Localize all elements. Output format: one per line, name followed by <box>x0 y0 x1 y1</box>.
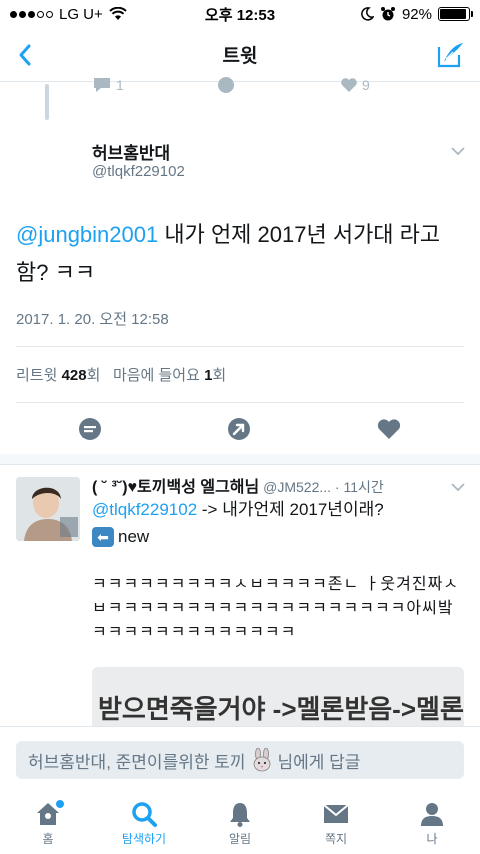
tab-label: 나 <box>426 832 438 846</box>
battery-percent: 92% <box>401 5 432 23</box>
reply-icon <box>94 78 110 92</box>
like-stat[interactable]: 마음에 들어요 1회 <box>113 367 226 384</box>
battery-fill <box>440 9 466 19</box>
avatar[interactable] <box>16 125 80 189</box>
tweet-text: @jungbin2001 내가 언제 2017년 서가대 라고함? ㅋㅋ <box>16 216 466 292</box>
tab-me[interactable]: 나 <box>392 800 472 847</box>
tweet-date: 2017. 1. 20. 오전 12:58 <box>16 311 169 328</box>
reply-header: ( ˘ ³˘)♥토끼백성 엘그해님 @JM522... · 11시간 <box>92 473 452 497</box>
battery-icon <box>438 7 473 21</box>
person-photo-icon <box>16 477 80 541</box>
tab-search[interactable]: 탐색하기 <box>104 800 184 847</box>
signal-icon <box>10 10 53 18</box>
reply-new-line: ⬅ new <box>92 527 149 547</box>
notification-dot <box>56 800 64 808</box>
section-separator <box>0 454 480 464</box>
prev-like-action[interactable]: 9 <box>340 74 370 96</box>
reply-bar: 허브홈반대, 준면이를위한 토끼 님에게 답글 <box>0 726 480 794</box>
reply-text: @tlqkf229102 -> 내가언제 2017년이래? <box>92 497 467 523</box>
divider <box>16 402 464 403</box>
author-name[interactable]: 허브홈반대 <box>92 139 170 164</box>
tab-home[interactable]: 홈 <box>8 800 88 847</box>
reply-text-body: -> 내가언제 2017년이래? <box>197 500 384 519</box>
mail-icon <box>323 804 349 823</box>
arrow-left-icon: ⬅ <box>92 527 114 547</box>
search-icon <box>132 802 157 827</box>
prev-like-count: 9 <box>362 77 370 93</box>
reply-body-text: ㅋㅋㅋㅋㅋㅋㅋㅋㅋㅅㅂㅋㅋㅋㅋ존ㄴ ㅏ웃겨진짜ㅅㅂㅋㅋㅋㅋㅋㅋㅋㅋㅋㅋㅋㅋㅋㅋㅋ… <box>92 576 460 641</box>
retweet-stat[interactable]: 리트윗 428회 <box>16 367 100 384</box>
back-button[interactable] <box>8 38 42 72</box>
reply-new-text: new <box>118 527 150 546</box>
tweet-actions <box>0 416 480 444</box>
reply-author-name[interactable]: ( ˘ ³˘)♥토끼백성 엘그해님 <box>92 479 259 496</box>
tweet-mention[interactable]: @jungbin2001 <box>16 222 158 247</box>
nav-bar: 트윗 <box>0 28 480 82</box>
chevron-left-icon <box>19 44 31 66</box>
reply-input[interactable]: 허브홈반대, 준면이를위한 토끼 님에게 답글 <box>16 741 464 779</box>
page-title: 트윗 <box>222 46 258 67</box>
reply-placeholder-suffix: 님에게 답글 <box>277 752 361 772</box>
chevron-down-icon[interactable] <box>450 143 466 159</box>
chevron-down-icon[interactable] <box>450 479 466 495</box>
share-icon <box>218 77 234 93</box>
bell-icon <box>230 803 250 827</box>
heart-icon <box>341 78 357 92</box>
reply-avatar[interactable] <box>16 477 80 541</box>
reply-handle-time: @JM522... · 11시간 <box>259 479 384 495</box>
compose-tweet-button[interactable] <box>434 38 468 72</box>
status-right: 92% <box>360 5 473 23</box>
tab-label: 탐색하기 <box>121 832 167 846</box>
reply-icon[interactable] <box>77 416 103 442</box>
alarm-icon <box>380 7 395 21</box>
tab-messages[interactable]: 쪽지 <box>296 800 376 847</box>
compose-icon <box>437 43 463 68</box>
carrier-label: LG U+ <box>59 5 103 23</box>
tab-notifications[interactable]: 알림 <box>200 800 280 847</box>
prev-reply-count: 1 <box>116 77 124 93</box>
tweet-stats: 리트윗 428회 마음에 들어요 1회 <box>16 364 226 385</box>
share-icon[interactable] <box>226 416 252 442</box>
prev-reply-action[interactable]: 1 <box>92 74 124 96</box>
author-row[interactable]: 허브홈반대 @tlqkf229102 <box>16 125 466 189</box>
moon-icon <box>361 7 374 21</box>
status-bar: LG U+ 오후 12:53 92% <box>0 0 480 28</box>
tab-label: 알림 <box>228 832 252 846</box>
wifi-icon <box>109 7 127 20</box>
divider <box>16 346 464 347</box>
tab-label: 홈 <box>42 832 54 846</box>
status-left: LG U+ <box>10 6 127 23</box>
person-icon <box>421 803 443 826</box>
reply-placeholder-prefix: 허브홈반대, 준면이를위한 토끼 <box>28 752 246 772</box>
tab-label: 쪽지 <box>324 832 348 846</box>
reply-image-text: 받으면죽을거야 ->멜론받음->멜론 <box>98 694 464 724</box>
heart-icon[interactable] <box>376 416 402 442</box>
author-handle[interactable]: @tlqkf229102 <box>92 163 185 180</box>
tab-bar: 홈 탐색하기 알림 쪽지 나 <box>0 794 480 854</box>
reply-tweet[interactable]: ( ˘ ³˘)♥토끼백성 엘그해님 @JM522... · 11시간 @tlqk… <box>0 464 480 737</box>
rabbit-icon <box>253 748 270 772</box>
thread-line <box>45 84 49 120</box>
prev-retweet-action[interactable] <box>216 74 236 96</box>
reply-mention[interactable]: @tlqkf229102 <box>92 500 197 519</box>
